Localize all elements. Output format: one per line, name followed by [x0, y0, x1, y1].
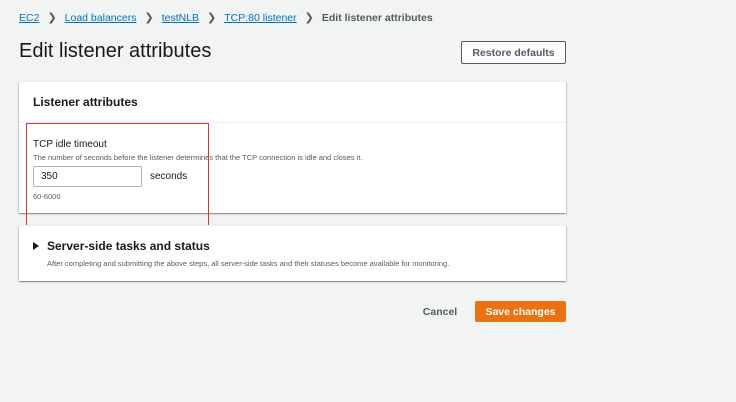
- restore-defaults-button[interactable]: Restore defaults: [461, 41, 566, 64]
- cancel-button[interactable]: Cancel: [418, 302, 462, 322]
- tcp-idle-timeout-input[interactable]: [33, 166, 142, 187]
- chevron-right-icon: ❯: [207, 12, 217, 24]
- tcp-idle-timeout-label: TCP idle timeout: [33, 139, 107, 150]
- breadcrumb: EC2 ❯ Load balancers ❯ testNLB ❯ TCP:80 …: [19, 11, 433, 25]
- breadcrumb-current: Edit listener attributes: [321, 11, 433, 24]
- breadcrumb-ec2[interactable]: EC2: [19, 12, 39, 24]
- caret-right-icon: [33, 242, 39, 250]
- server-side-tasks-panel: Server-side tasks and status After compl…: [19, 225, 566, 281]
- chevron-right-icon: ❯: [144, 12, 154, 24]
- tasks-description: After completing and submitting the abov…: [47, 259, 450, 268]
- tcp-idle-timeout-description: The number of seconds before the listene…: [33, 153, 363, 162]
- seconds-unit-label: seconds: [150, 171, 188, 182]
- tasks-expand-toggle[interactable]: Server-side tasks and status: [33, 239, 210, 253]
- chevron-right-icon: ❯: [47, 12, 57, 24]
- breadcrumb-testnlb[interactable]: testNLB: [162, 12, 199, 24]
- constraint-text: 60-6000: [33, 192, 61, 201]
- listener-attributes-panel: Listener attributes TCP idle timeout The…: [19, 81, 566, 213]
- page-title: Edit listener attributes: [19, 40, 212, 62]
- tasks-title: Server-side tasks and status: [47, 239, 210, 253]
- save-changes-button[interactable]: Save changes: [475, 301, 566, 322]
- breadcrumb-load-balancers[interactable]: Load balancers: [65, 12, 137, 24]
- chevron-right-icon: ❯: [304, 12, 314, 24]
- breadcrumb-listener[interactable]: TCP:80 listener: [224, 12, 296, 24]
- panel-heading: Listener attributes: [19, 82, 566, 123]
